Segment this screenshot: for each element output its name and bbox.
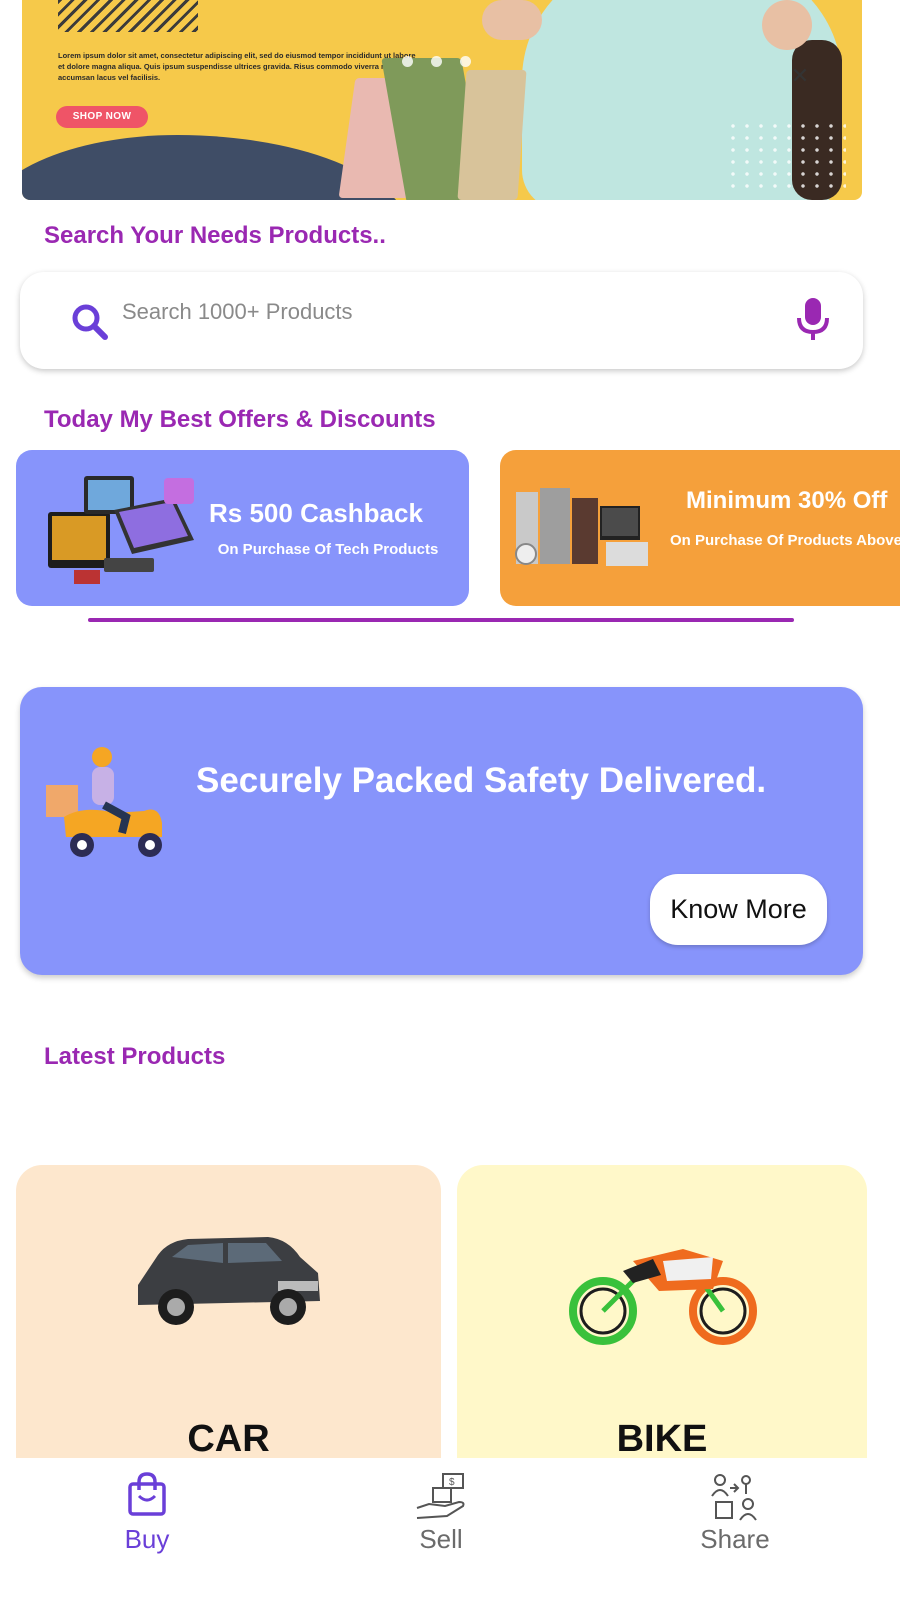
shopping-bag-image xyxy=(457,70,527,200)
hero-model-arm xyxy=(762,0,812,50)
product-label: CAR xyxy=(187,1418,270,1460)
know-more-button[interactable]: Know More xyxy=(650,874,827,945)
latest-products-title: Latest Products xyxy=(44,1043,226,1070)
delivery-headline: Securely Packed Safety Delivered. xyxy=(196,761,767,800)
offers-carousel[interactable]: Rs 500 Cashback On Purchase Of Tech Prod… xyxy=(0,450,900,610)
hero-banner[interactable]: Lorem ipsum dolor sit amet, consectetur … xyxy=(22,0,862,200)
search-section-title: Search Your Needs Products.. xyxy=(44,222,386,249)
nav-item-buy[interactable]: Buy xyxy=(72,1458,222,1600)
offer-subtitle: On Purchase Of Tech Products xyxy=(217,541,439,558)
share-people-icon xyxy=(711,1474,757,1521)
nav-label: Buy xyxy=(124,1524,170,1554)
carousel-dot[interactable] xyxy=(402,56,413,67)
hero-sparkles xyxy=(726,120,846,190)
tech-products-image xyxy=(48,476,194,584)
carousel-dot[interactable] xyxy=(431,56,442,67)
product-card-car[interactable]: CAR xyxy=(16,1165,441,1465)
hero-decoration xyxy=(58,0,198,32)
nav-item-share[interactable]: Share xyxy=(660,1458,810,1600)
offer-card-cashback[interactable]: Rs 500 Cashback On Purchase Of Tech Prod… xyxy=(16,450,469,606)
car-image xyxy=(138,1237,320,1325)
microphone-icon[interactable] xyxy=(796,298,830,342)
nav-label: Sell xyxy=(419,1524,463,1554)
offer-title: Minimum 30% Off xyxy=(686,487,888,514)
carousel-dot[interactable] xyxy=(460,56,471,67)
search-bar[interactable] xyxy=(20,272,863,369)
search-icon[interactable] xyxy=(70,302,110,342)
svg-text:$: $ xyxy=(449,1477,455,1488)
offer-title: Rs 500 Cashback xyxy=(209,498,423,528)
shop-now-button[interactable]: SHOP NOW xyxy=(56,106,148,128)
offers-section-title: Today My Best Offers & Discounts xyxy=(44,406,436,433)
offer-subtitle: On Purchase Of Products Above ₹10000 xyxy=(670,532,900,549)
nav-label: Share xyxy=(700,1524,770,1554)
offer-card-discount[interactable]: Minimum 30% Off On Purchase Of Products … xyxy=(500,450,900,606)
bottom-navigation: Buy $ Sell Share xyxy=(0,1458,900,1600)
sell-hand-box-icon: $ xyxy=(416,1473,465,1519)
product-card-bike[interactable]: BIKE xyxy=(457,1165,867,1465)
hero-model-arm xyxy=(482,0,542,40)
delivery-scooter-icon xyxy=(46,747,162,857)
nav-item-sell[interactable]: $ Sell xyxy=(366,1458,516,1600)
shopping-bag-icon xyxy=(128,1472,166,1516)
carousel-scroll-indicator xyxy=(88,618,794,622)
search-input[interactable] xyxy=(122,292,762,332)
product-label: BIKE xyxy=(616,1418,708,1460)
carousel-dots[interactable] xyxy=(402,56,471,67)
bike-image xyxy=(569,1249,757,1345)
close-icon[interactable]: ✕ xyxy=(788,64,812,88)
appliances-image xyxy=(515,488,648,566)
delivery-banner: Securely Packed Safety Delivered. Know M… xyxy=(20,687,863,975)
